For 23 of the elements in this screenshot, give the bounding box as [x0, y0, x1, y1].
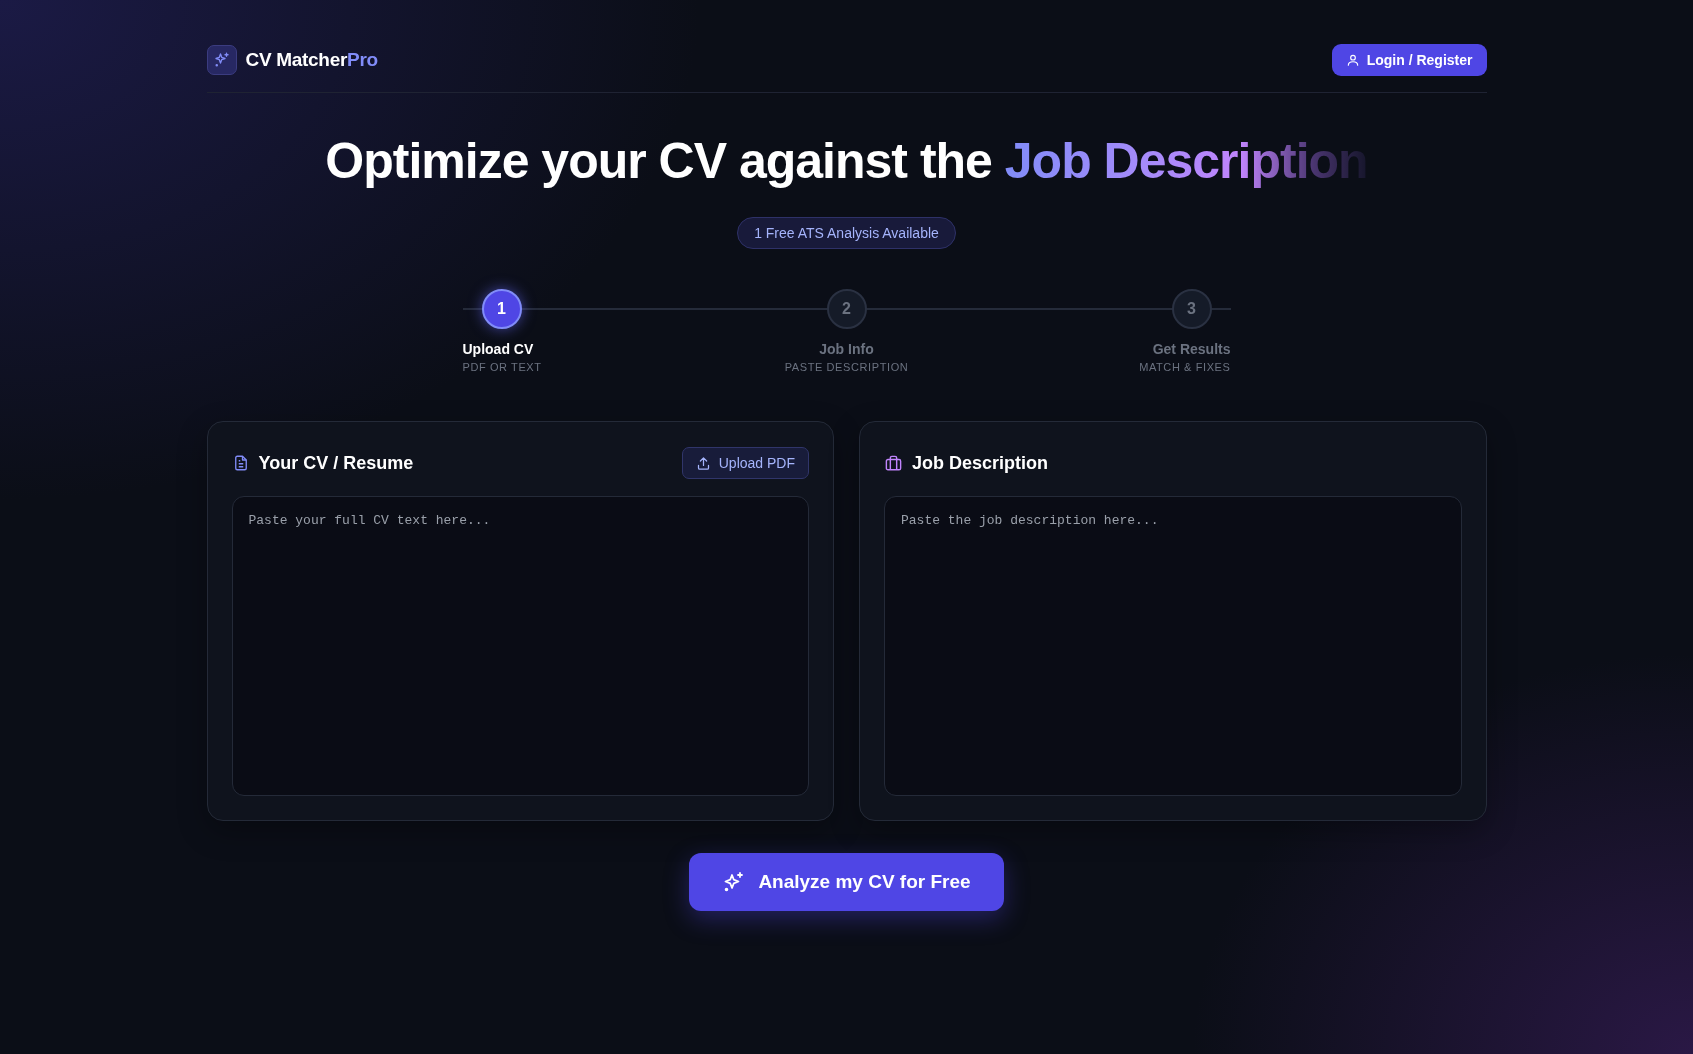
upload-icon: [695, 455, 711, 471]
free-analysis-badge: 1 Free ATS Analysis Available: [737, 217, 956, 249]
brand-name: CV MatcherPro: [245, 49, 378, 71]
step-number: 1: [481, 289, 522, 329]
panel-title: Job Description: [912, 452, 1049, 474]
text-input-field[interactable]: Paste the job description here...: [884, 496, 1462, 796]
step-sublabel: PASTE DESCRIPTION: [784, 361, 909, 373]
panel-title: Your CV / Resume: [258, 452, 414, 474]
step-sublabel: MATCH & FIXES: [1139, 361, 1231, 373]
logo-icon: [206, 45, 237, 75]
briefcase-icon: [884, 453, 903, 473]
login-button[interactable]: Login / Register: [1331, 44, 1487, 76]
step-label: Upload CV: [462, 341, 534, 357]
step-number: 3: [1171, 289, 1212, 329]
analyze-button[interactable]: Analyze my CV for Free: [689, 853, 1004, 911]
step-sublabel: PDF OR TEXT: [462, 361, 542, 373]
page-title: Optimize your CV against the Job Description: [324, 132, 1369, 191]
upload-pdf-button[interactable]: Upload PDF: [681, 447, 809, 479]
user-icon: [1345, 53, 1360, 67]
step-number: 2: [826, 289, 867, 329]
step-label: Job Info: [819, 341, 874, 357]
step-label: Get Results: [1152, 341, 1231, 357]
text-input-field[interactable]: Paste your full CV text here...: [231, 496, 809, 796]
